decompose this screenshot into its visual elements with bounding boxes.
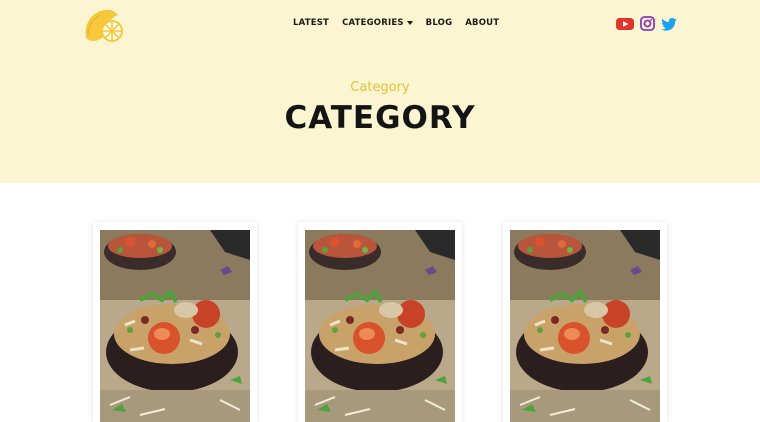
- hero-banner: LATEST CATEGORIES BLOG ABOUT Category CA…: [0, 0, 760, 183]
- nav-label: ABOUT: [465, 18, 500, 28]
- category-eyebrow: Category: [350, 80, 410, 95]
- nav-label: BLOG: [425, 18, 453, 28]
- post-card[interactable]: [503, 222, 667, 422]
- stuffed-mushroom-photo[interactable]: [100, 230, 250, 422]
- stuffed-mushroom-photo[interactable]: [305, 230, 455, 422]
- nav-item-latest[interactable]: LATEST: [293, 18, 329, 28]
- page-title: CATEGORY: [284, 100, 476, 136]
- twitter-icon[interactable]: [661, 16, 677, 35]
- post-card[interactable]: [298, 222, 462, 422]
- main-nav: LATEST CATEGORIES BLOG ABOUT: [293, 18, 512, 28]
- nav-label: CATEGORIES: [342, 18, 404, 28]
- caret-down-icon: [406, 21, 413, 25]
- post-card[interactable]: [93, 222, 257, 422]
- instagram-icon[interactable]: [640, 16, 655, 35]
- nav-item-blog[interactable]: BLOG: [426, 18, 453, 28]
- social-links: [616, 16, 683, 35]
- nav-label: LATEST: [293, 18, 330, 28]
- nav-item-categories[interactable]: CATEGORIES: [342, 18, 413, 28]
- nav-item-about[interactable]: ABOUT: [465, 18, 499, 28]
- lemon-logo-icon[interactable]: [82, 7, 126, 43]
- youtube-icon[interactable]: [616, 16, 634, 35]
- stuffed-mushroom-photo[interactable]: [510, 230, 660, 422]
